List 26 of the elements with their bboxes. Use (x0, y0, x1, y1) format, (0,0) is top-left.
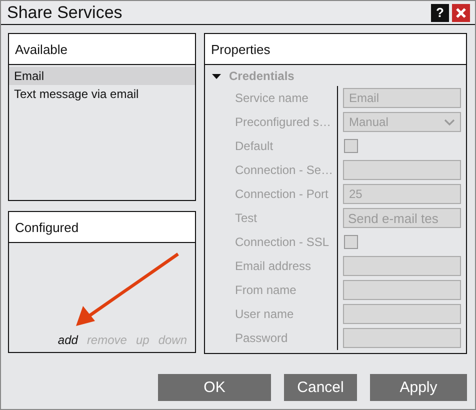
field-label: Email address (235, 259, 312, 273)
field-label: Connection - SSL (235, 235, 330, 249)
chevron-down-icon (444, 118, 455, 126)
field-label: Connection - Port (235, 187, 330, 201)
close-icon (455, 6, 467, 18)
dialog-button[interactable]: Apply (370, 374, 467, 401)
panel-title: Available (15, 42, 68, 56)
help-button[interactable]: ? (431, 4, 449, 22)
field-label: Service name (235, 91, 310, 105)
dialog-button[interactable]: Cancel (284, 374, 357, 401)
field-label: Preconfigured s… (235, 115, 332, 129)
list-item[interactable]: Email (9, 67, 195, 85)
action-link[interactable]: add (58, 333, 78, 347)
window-title: Share Services (7, 2, 124, 22)
field-label: User name (235, 307, 295, 321)
field-label: Connection - Se… (235, 163, 334, 177)
field-label: Default (235, 139, 274, 153)
close-button[interactable] (452, 4, 470, 22)
panel-title: Properties (211, 42, 270, 56)
field-label: Test (235, 211, 258, 225)
field-label: Password (235, 331, 289, 345)
section-title: Credentials (229, 69, 294, 83)
panel-title: Configured (15, 220, 79, 234)
list-item[interactable]: Text message via email (9, 85, 195, 103)
dialog-button[interactable]: OK (158, 374, 271, 401)
field-label: From name (235, 283, 298, 297)
